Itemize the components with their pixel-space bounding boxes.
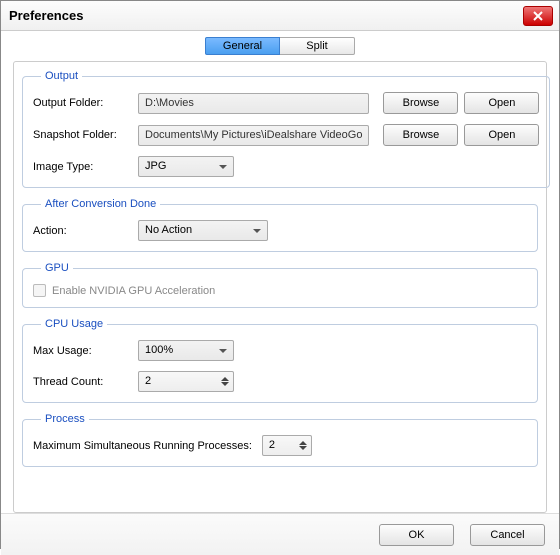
tab-general[interactable]: General — [205, 37, 280, 55]
output-open-button[interactable]: Open — [464, 92, 539, 114]
group-cpu-legend: CPU Usage — [41, 318, 107, 330]
snapshot-browse-button[interactable]: Browse — [383, 124, 458, 146]
thread-count-spinner[interactable]: 2 — [138, 371, 234, 392]
group-gpu-legend: GPU — [41, 262, 73, 274]
thread-count-label: Thread Count: — [33, 376, 138, 388]
group-process-legend: Process — [41, 413, 89, 425]
max-proc-label: Maximum Simultaneous Running Processes: — [33, 440, 252, 452]
snapshot-folder-field[interactable]: Documents\My Pictures\iDealshare VideoGo — [138, 125, 369, 146]
group-cpu: CPU Usage Max Usage: 100% Thread Count: … — [22, 318, 538, 403]
snapshot-folder-label: Snapshot Folder: — [33, 129, 138, 141]
output-folder-label: Output Folder: — [33, 97, 138, 109]
output-browse-button[interactable]: Browse — [383, 92, 458, 114]
chevron-down-icon — [219, 349, 227, 353]
chevron-down-icon — [219, 165, 227, 169]
close-icon — [533, 11, 543, 21]
cancel-button[interactable]: Cancel — [470, 524, 545, 546]
spinner-arrows-icon — [221, 377, 229, 386]
tabbar: General Split — [1, 31, 559, 55]
output-folder-field[interactable]: D:\Movies — [138, 93, 369, 114]
close-button[interactable] — [523, 6, 553, 26]
group-after-conversion: After Conversion Done Action: No Action — [22, 198, 538, 252]
max-usage-value: 100% — [145, 341, 173, 360]
image-type-combo[interactable]: JPG — [138, 156, 234, 177]
chevron-down-icon — [253, 229, 261, 233]
image-type-value: JPG — [145, 157, 166, 176]
gpu-enable-checkbox[interactable] — [33, 284, 46, 297]
window-title: Preferences — [9, 8, 83, 23]
max-usage-label: Max Usage: — [33, 345, 138, 357]
gpu-enable-row[interactable]: Enable NVIDIA GPU Acceleration — [33, 284, 527, 297]
thread-count-value: 2 — [145, 372, 151, 391]
snapshot-open-button[interactable]: Open — [464, 124, 539, 146]
group-output-legend: Output — [41, 70, 82, 82]
gpu-enable-label: Enable NVIDIA GPU Acceleration — [52, 285, 215, 297]
action-value: No Action — [145, 221, 192, 240]
action-label: Action: — [33, 225, 138, 237]
max-proc-spinner[interactable]: 2 — [262, 435, 312, 456]
group-output: Output Output Folder: D:\Movies Browse O… — [22, 70, 550, 188]
content-area: Output Output Folder: D:\Movies Browse O… — [1, 55, 559, 513]
max-proc-value: 2 — [269, 436, 275, 455]
group-after-legend: After Conversion Done — [41, 198, 160, 210]
action-combo[interactable]: No Action — [138, 220, 268, 241]
max-usage-combo[interactable]: 100% — [138, 340, 234, 361]
spinner-arrows-icon — [299, 441, 307, 450]
group-gpu: GPU Enable NVIDIA GPU Acceleration — [22, 262, 538, 308]
tab-split[interactable]: Split — [280, 37, 355, 55]
panel-frame: Output Output Folder: D:\Movies Browse O… — [13, 61, 547, 513]
titlebar: Preferences — [1, 1, 559, 31]
image-type-label: Image Type: — [33, 161, 138, 173]
ok-button[interactable]: OK — [379, 524, 454, 546]
group-process: Process Maximum Simultaneous Running Pro… — [22, 413, 538, 467]
